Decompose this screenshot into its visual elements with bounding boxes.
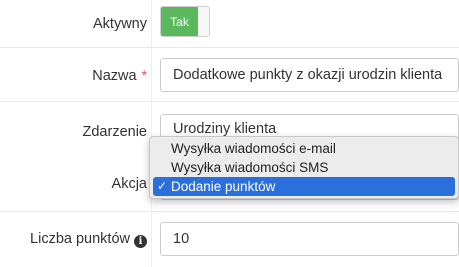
row-active: Aktywny <box>0 8 459 39</box>
row-separator <box>0 101 459 102</box>
label-active: Aktywny <box>93 16 147 32</box>
toggle-on-label: Tak <box>161 7 198 36</box>
points-input[interactable]: 10 <box>160 222 459 256</box>
active-toggle[interactable]: Tak <box>160 6 210 37</box>
label-action: Akcja <box>111 175 147 192</box>
dropdown-option-sms[interactable]: Wysyłka wiadomości SMS <box>150 158 458 177</box>
action-dropdown-list: Wysyłka wiadomości e-mail Wysyłka wiadom… <box>149 136 459 199</box>
label-name: Nazwa * <box>92 66 147 84</box>
name-input[interactable]: Dodatkowe punkty z okazji urodzin klient… <box>160 58 459 92</box>
required-marker: * <box>141 66 147 83</box>
info-icon[interactable]: i <box>134 235 147 248</box>
checkmark-icon: ✓ <box>157 179 168 193</box>
dropdown-option-email[interactable]: Wysyłka wiadomości e-mail <box>150 139 458 158</box>
label-points: Liczba punktów i <box>0 230 147 248</box>
row-separator <box>0 211 459 212</box>
label-event: Zdarzenie <box>82 123 147 140</box>
row-separator <box>0 47 459 48</box>
dropdown-option-points[interactable]: ✓ Dodanie punktów <box>153 177 455 196</box>
